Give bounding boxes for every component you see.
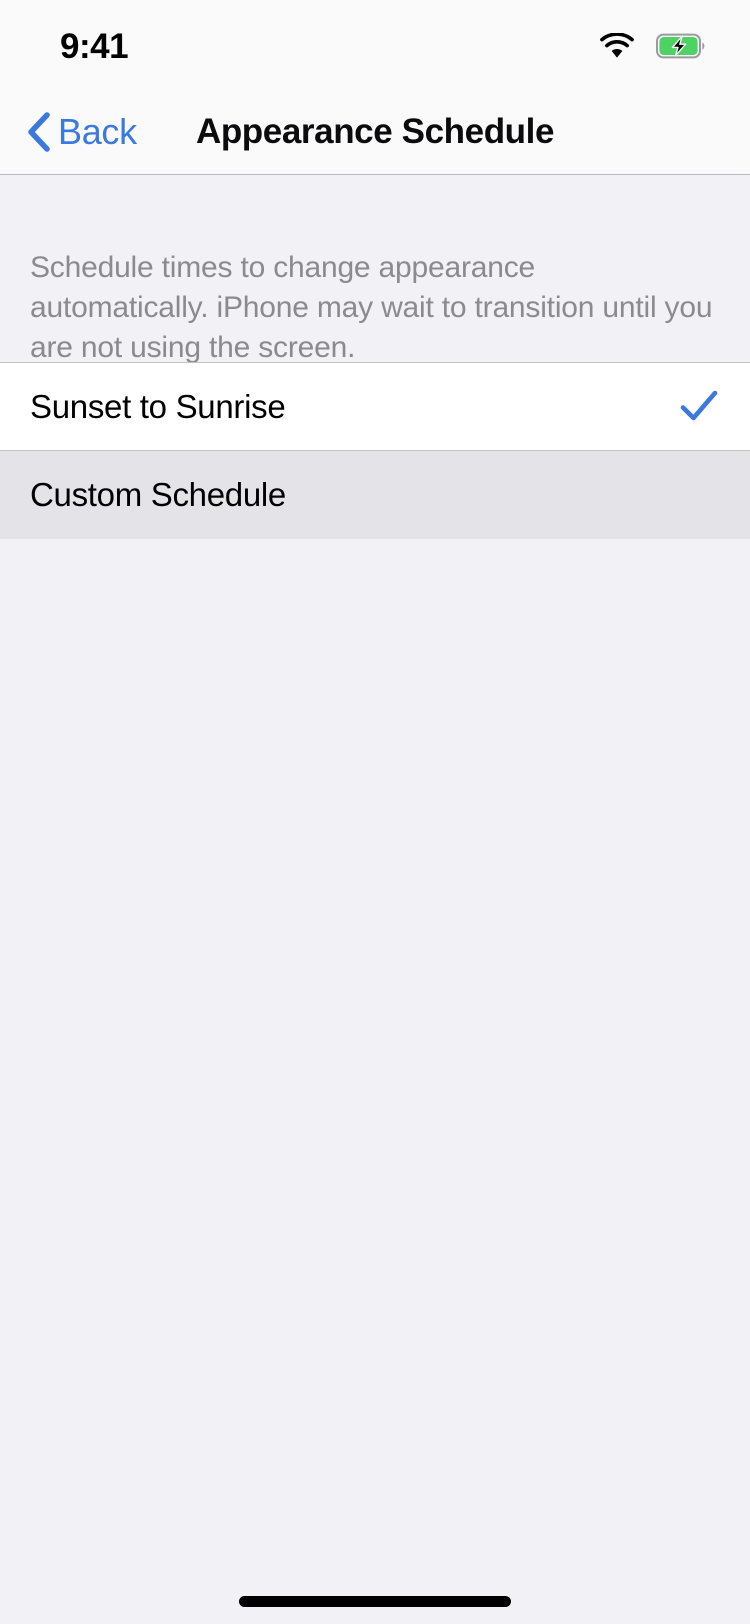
wifi-icon	[600, 33, 634, 59]
appearance-schedule-option-list: Sunset to Sunrise Custom Schedule	[0, 362, 750, 539]
option-row-custom-schedule[interactable]: Custom Schedule	[0, 451, 750, 539]
navigation-bar: Back Appearance Schedule	[0, 88, 750, 175]
iphone-screen: 9:41 Back Appearance Schedule Schedule t…	[0, 0, 750, 1624]
status-bar-time: 9:41	[60, 26, 129, 66]
option-label: Sunset to Sunrise	[30, 388, 286, 425]
chevron-left-icon	[26, 111, 52, 152]
back-button[interactable]: Back	[16, 88, 147, 175]
battery-charging-icon	[656, 33, 706, 59]
status-bar: 9:41	[0, 0, 750, 88]
section-description: Schedule times to change appearance auto…	[30, 251, 713, 364]
option-label: Custom Schedule	[30, 476, 286, 513]
back-button-label: Back	[58, 110, 137, 152]
status-bar-indicators	[600, 33, 706, 59]
option-row-sunset-to-sunrise[interactable]: Sunset to Sunrise	[0, 363, 750, 451]
home-indicator[interactable]	[239, 1596, 511, 1607]
